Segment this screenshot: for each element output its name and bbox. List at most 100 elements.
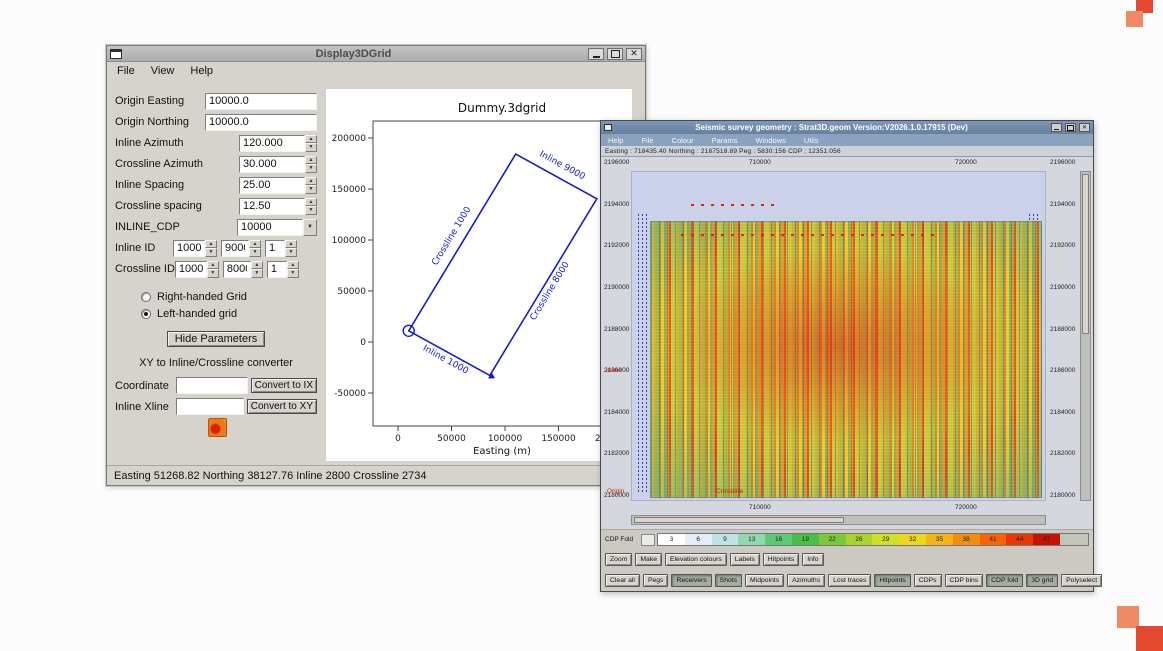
- minimize-button[interactable]: [1051, 123, 1062, 132]
- horizontal-scrollbar-thumb[interactable]: [634, 517, 844, 523]
- minimize-button[interactable]: [588, 48, 604, 60]
- crossline-id-last-input[interactable]: [223, 261, 251, 278]
- titlebar[interactable]: Display3DGrid: [107, 46, 645, 62]
- crossline-id-step-input[interactable]: [267, 261, 287, 278]
- menu-file[interactable]: File: [117, 65, 135, 77]
- chevron-down-icon[interactable]: [303, 219, 317, 236]
- crossline-azimuth-spinner: [239, 156, 317, 173]
- crossline-id-first-spinner: [175, 261, 219, 278]
- inline-spacing-input[interactable]: [239, 177, 305, 194]
- menu-help[interactable]: Help: [608, 136, 623, 145]
- inline-cdp-combo[interactable]: [237, 219, 317, 236]
- left-handed-radio-row[interactable]: Left-handed grid: [141, 305, 317, 322]
- menu-params[interactable]: Params: [712, 136, 738, 145]
- coordinate-input[interactable]: [176, 377, 248, 394]
- menu-utils[interactable]: Utils: [804, 136, 819, 145]
- toolbar-button[interactable]: Receivers: [671, 574, 711, 587]
- spin-up-icon[interactable]: [305, 135, 317, 144]
- toolbar-button[interactable]: Elevation colours: [665, 553, 727, 566]
- inline-id-step-input[interactable]: [265, 240, 285, 257]
- origin-easting-input[interactable]: [205, 93, 317, 110]
- right-handed-label: Right-handed Grid: [157, 291, 247, 303]
- vertical-scrollbar-thumb[interactable]: [1082, 174, 1089, 334]
- cdp-fold-heatmap[interactable]: [650, 221, 1042, 498]
- toolbar-button[interactable]: CDPs: [914, 574, 942, 587]
- menu-view[interactable]: View: [151, 65, 175, 77]
- toolbar-button[interactable]: Polyselect: [1061, 574, 1102, 587]
- spin-up-icon[interactable]: [249, 240, 261, 249]
- radio-right-handed[interactable]: [141, 292, 151, 302]
- toolbar-button[interactable]: Azimuths: [787, 574, 825, 587]
- crossline-azimuth-input[interactable]: [239, 156, 305, 173]
- grid-plot-svg: Dummy.3dgrid 200000 150000 100000 50000 …: [326, 89, 632, 461]
- spin-up-icon[interactable]: [205, 240, 217, 249]
- menu-colour[interactable]: Colour: [672, 136, 694, 145]
- spin-down-icon[interactable]: [205, 248, 217, 257]
- spin-up-icon[interactable]: [305, 156, 317, 165]
- inline-id-first-input[interactable]: [173, 240, 205, 257]
- toolbar-button[interactable]: Hitpoints: [874, 574, 910, 587]
- inline-cdp-value[interactable]: [237, 219, 303, 236]
- maximize-button[interactable]: [1065, 123, 1076, 132]
- spin-down-icon[interactable]: [305, 206, 317, 215]
- close-button[interactable]: [1079, 123, 1090, 132]
- menu-help[interactable]: Help: [190, 65, 213, 77]
- y-tick-label: 2190000: [604, 284, 630, 291]
- spin-up-icon[interactable]: [251, 261, 263, 270]
- hide-parameters-button[interactable]: Hide Parameters: [167, 331, 266, 347]
- spin-up-icon[interactable]: [305, 177, 317, 186]
- toolbar-button[interactable]: Pegs: [643, 574, 669, 587]
- spin-up-icon[interactable]: [207, 261, 219, 270]
- toolbar-button[interactable]: Shots: [715, 574, 742, 587]
- right-handed-radio-row[interactable]: Right-handed Grid: [141, 288, 317, 305]
- inline-azimuth-input[interactable]: [239, 135, 305, 152]
- x-tick-label: 50000: [437, 434, 466, 444]
- titlebar[interactable]: Seismic survey geometry : Strat3D.geom V…: [601, 121, 1093, 134]
- spin-down-icon[interactable]: [305, 143, 317, 152]
- toolbar-button[interactable]: 3D grid: [1026, 574, 1058, 587]
- grid-preview-plot[interactable]: Dummy.3dgrid 200000 150000 100000 50000 …: [326, 89, 632, 461]
- menu-windows[interactable]: Windows: [755, 136, 785, 145]
- y-tick-label: 2186000: [1050, 367, 1076, 374]
- toolbar-button[interactable]: Make: [635, 553, 662, 566]
- inline-spacing-row: Inline Spacing: [115, 176, 317, 194]
- survey-map[interactable]: [631, 171, 1046, 501]
- toolbar-button[interactable]: CDP fold: [986, 574, 1023, 587]
- spin-down-icon[interactable]: [305, 164, 317, 173]
- toolbar-button[interactable]: CDP bins: [945, 574, 984, 587]
- spin-down-icon[interactable]: [305, 185, 317, 194]
- window-icon: [604, 124, 612, 131]
- toolbar-button[interactable]: Zoom: [605, 553, 632, 566]
- spin-down-icon[interactable]: [207, 269, 219, 278]
- convert-to-xy-button[interactable]: Convert to XY: [247, 399, 317, 414]
- spin-down-icon[interactable]: [249, 248, 261, 257]
- spin-down-icon[interactable]: [251, 269, 263, 278]
- vertical-scrollbar[interactable]: [1080, 171, 1091, 501]
- fold-value-box[interactable]: [641, 534, 655, 546]
- inline-id-last-input[interactable]: [221, 240, 249, 257]
- radio-left-handed[interactable]: [141, 309, 151, 319]
- convert-to-ix-button[interactable]: Convert to IX: [251, 378, 317, 393]
- toolbar-button[interactable]: Midpoints: [745, 574, 784, 587]
- spin-up-icon[interactable]: [285, 240, 297, 249]
- horizontal-scrollbar[interactable]: [631, 515, 1046, 525]
- spin-down-icon[interactable]: [287, 269, 299, 278]
- toolbar-button[interactable]: Clear all: [605, 574, 640, 587]
- window-title: Display3DGrid: [122, 48, 585, 60]
- close-button[interactable]: [626, 48, 642, 60]
- maximize-button[interactable]: [607, 48, 623, 60]
- toolbar-button[interactable]: Lost traces: [828, 574, 871, 587]
- y-tick-label: -50000: [334, 389, 366, 399]
- menu-file[interactable]: File: [641, 136, 653, 145]
- inline-xline-input[interactable]: [176, 398, 244, 415]
- origin-northing-input[interactable]: [205, 114, 317, 131]
- toolbar-button[interactable]: Info: [802, 553, 823, 566]
- crossline-spacing-input[interactable]: [239, 198, 305, 215]
- spin-up-icon[interactable]: [287, 261, 299, 270]
- toolbar-button[interactable]: Labels: [730, 553, 760, 566]
- x-tick-marks: [398, 426, 612, 431]
- spin-down-icon[interactable]: [285, 248, 297, 257]
- crossline-id-first-input[interactable]: [175, 261, 207, 278]
- spin-up-icon[interactable]: [305, 198, 317, 207]
- toolbar-button[interactable]: Hitpoints: [763, 553, 799, 566]
